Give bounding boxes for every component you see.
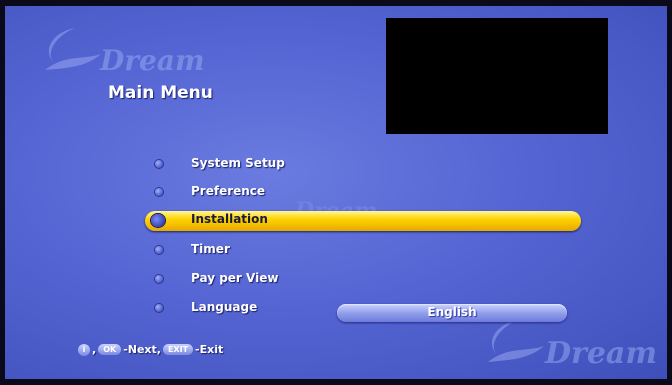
menu-item-label: Preference [191, 184, 266, 198]
dream-watermark-bottom: Dream [545, 336, 658, 371]
hint-separator: , [92, 343, 97, 356]
tv-screen: Dream Dream Dream Main Menu System Setup… [5, 6, 667, 379]
menu-item-label: Pay per View [191, 271, 279, 285]
video-preview [386, 18, 608, 134]
key-hint-bar: i , OK -Next, EXIT -Exit [78, 343, 223, 356]
menu-item-label: Timer [191, 242, 230, 256]
menu-item-installation[interactable]: Installation [145, 210, 581, 232]
menu-item-label: Installation [191, 212, 268, 226]
info-key-icon: i [78, 343, 90, 356]
language-value: English [427, 305, 477, 319]
dream-watermark-top: Dream [100, 44, 205, 77]
menu-item-label: System Setup [191, 156, 285, 170]
menu-item-label: Language [191, 300, 258, 314]
bullet-icon [155, 160, 163, 168]
bullet-icon [155, 275, 163, 283]
dream-logo-watermark-bottom [488, 320, 544, 362]
ok-key-icon: OK [98, 344, 122, 355]
menu-item-system-setup[interactable]: System Setup [145, 154, 581, 176]
dream-logo-watermark-top [45, 28, 101, 70]
hint-next-label: -Next, [123, 343, 161, 356]
menu-item-timer[interactable]: Timer [145, 240, 581, 262]
hint-exit-label: -Exit [195, 343, 224, 356]
page-title: Main Menu [108, 83, 213, 103]
menu-item-pay-per-view[interactable]: Pay per View [145, 269, 581, 291]
bullet-icon [151, 214, 165, 227]
menu-item-preference[interactable]: Preference [145, 182, 581, 204]
bullet-icon [155, 188, 163, 196]
exit-key-icon: EXIT [162, 344, 194, 355]
bullet-icon [155, 304, 163, 312]
bullet-icon [155, 246, 163, 254]
language-selector[interactable]: English [337, 304, 567, 322]
